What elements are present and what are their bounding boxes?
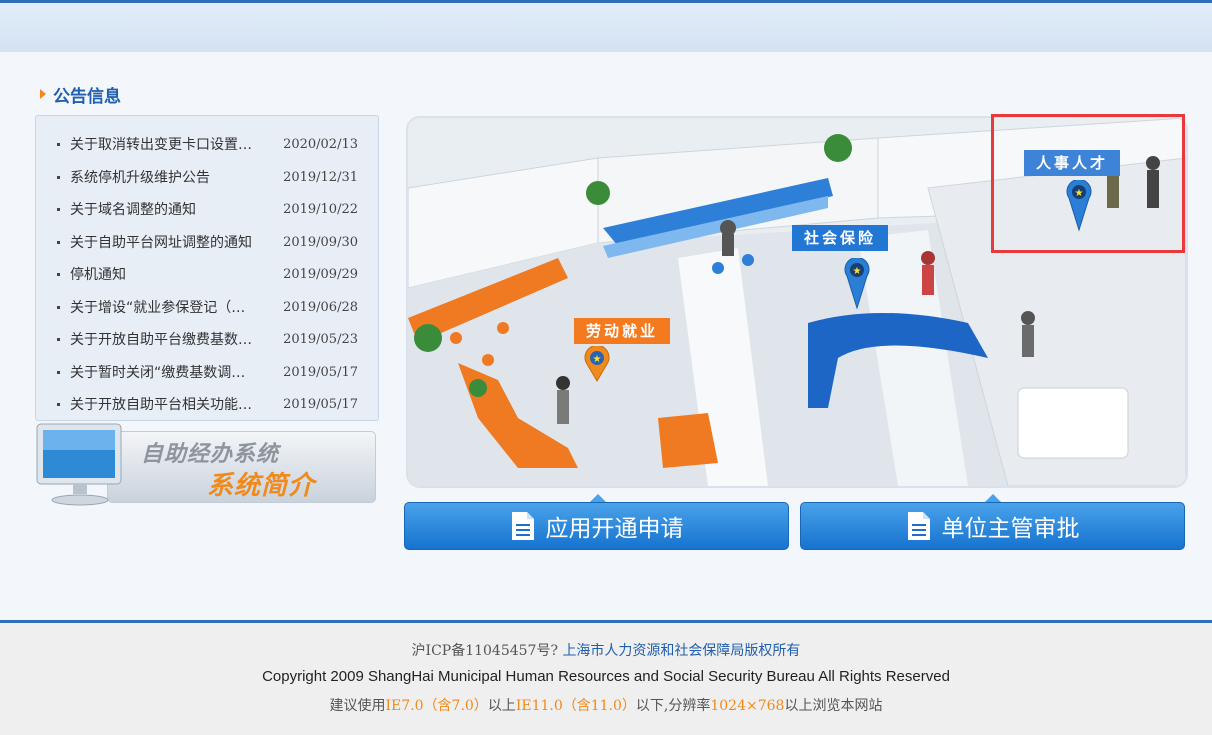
zone-label-labor[interactable]: 劳动就业 <box>574 318 671 344</box>
notice-item[interactable]: 关于开放自助平台相关功能… 2019/05/17 <box>36 388 380 420</box>
notice-item-date: 2019/09/29 <box>283 266 358 282</box>
notice-item-date: 2019/05/17 <box>283 396 358 412</box>
notice-item-title[interactable]: 停机通知 <box>70 264 270 284</box>
monitor-icon <box>36 423 122 506</box>
bullet-icon <box>57 272 60 276</box>
bullet-icon <box>57 305 60 309</box>
icp-number: 沪ICP备11045457号? <box>411 643 558 659</box>
notice-item-date: 2020/02/13 <box>283 136 358 152</box>
notice-item-date: 2019/09/30 <box>283 234 358 250</box>
browser-resolution: 1024×768 <box>710 698 785 714</box>
approve-button-notch <box>985 494 1001 502</box>
bullet-icon <box>57 370 60 374</box>
notice-item-title[interactable]: 关于增设“就业参保登记（… <box>70 297 270 317</box>
intro-banner-subtitle: 系统简介 <box>207 471 316 501</box>
notice-item[interactable]: 系统停机升级维护公告 2019/12/31 <box>36 161 380 193</box>
notice-item-title[interactable]: 关于开放自助平台相关功能… <box>70 394 270 414</box>
browser-notice: 建议使用IE7.0（含7.0）以上IE11.0（含11.0）以下,分辨率1024… <box>0 695 1212 715</box>
svg-text:★: ★ <box>593 354 602 365</box>
browser-ie-min: IE7.0（含7.0） <box>385 698 488 714</box>
bullet-icon <box>57 337 60 341</box>
intro-banner-title: 自助经办系统 <box>141 442 280 467</box>
notice-item[interactable]: 关于域名调整的通知 2019/10/22 <box>36 193 380 225</box>
approve-button-label: 单位主管审批 <box>941 516 1080 542</box>
browser-notice-mid2: 以下,分辨率 <box>635 698 711 714</box>
apply-button-notch <box>590 494 606 502</box>
system-intro-banner[interactable]: 自助经办系统 系统简介 <box>35 422 376 506</box>
copyright-english: Copyright 2009 ShangHai Municipal Human … <box>262 668 950 685</box>
notice-list: 关于取消转出变更卡口设置… 2020/02/13 系统停机升级维护公告 2019… <box>35 115 379 421</box>
browser-ie-max: IE11.0（含11.0） <box>515 698 636 714</box>
notice-item-title[interactable]: 关于域名调整的通知 <box>70 199 270 219</box>
bullet-icon <box>57 402 60 406</box>
notice-item[interactable]: 关于取消转出变更卡口设置… 2020/02/13 <box>36 128 380 160</box>
apply-button[interactable]: 应用开通申请 <box>404 502 789 550</box>
header-band <box>0 3 1212 52</box>
notice-item-title[interactable]: 关于取消转出变更卡口设置… <box>70 134 270 154</box>
personnel-zone-highlight <box>991 114 1185 253</box>
copyright-link[interactable]: 上海市人力资源和社会保障局版权所有 <box>562 643 800 659</box>
document-icon <box>907 512 930 540</box>
notice-section-title: 公告信息 <box>40 82 121 107</box>
zone-label-social[interactable]: 社会保险 <box>792 225 889 251</box>
notice-item-date: 2019/05/17 <box>283 364 358 380</box>
bullet-icon <box>57 175 60 179</box>
notice-item-date: 2019/06/28 <box>283 299 358 315</box>
notice-item-title[interactable]: 关于自助平台网址调整的通知 <box>70 232 270 252</box>
notice-item-title[interactable]: 关于开放自助平台缴费基数… <box>70 329 270 349</box>
document-icon <box>511 512 534 540</box>
footer-icp-line: 沪ICP备11045457号? 上海市人力资源和社会保障局版权所有 <box>0 640 1212 660</box>
notice-item[interactable]: 关于自助平台网址调整的通知 2019/09/30 <box>36 226 380 258</box>
notice-title-text: 公告信息 <box>53 86 121 107</box>
location-pin-icon[interactable]: ★ <box>844 258 870 310</box>
notice-item-title[interactable]: 关于暂时关闭“缴费基数调… <box>70 362 270 382</box>
notice-item-date: 2019/10/22 <box>283 201 358 217</box>
notice-item-date: 2019/12/31 <box>283 169 358 185</box>
bullet-icon <box>57 240 60 244</box>
notice-item[interactable]: 关于暂时关闭“缴费基数调… 2019/05/17 <box>36 356 380 388</box>
bullet-icon <box>57 207 60 211</box>
approve-button[interactable]: 单位主管审批 <box>800 502 1185 550</box>
notice-item[interactable]: 关于增设“就业参保登记（… 2019/06/28 <box>36 291 380 323</box>
notice-item[interactable]: 关于开放自助平台缴费基数… 2019/05/23 <box>36 323 380 355</box>
caret-right-icon <box>40 89 46 99</box>
notice-item-title[interactable]: 系统停机升级维护公告 <box>70 167 270 187</box>
svg-text:★: ★ <box>853 266 862 277</box>
apply-button-label: 应用开通申请 <box>545 516 684 542</box>
footer: 沪ICP备11045457号? 上海市人力资源和社会保障局版权所有 Copyri… <box>0 620 1212 735</box>
bullet-icon <box>57 142 60 146</box>
notice-item-date: 2019/05/23 <box>283 331 358 347</box>
browser-notice-pre: 建议使用 <box>329 698 386 714</box>
browser-notice-post: 以上浏览本网站 <box>784 698 883 714</box>
location-pin-icon[interactable]: ★ <box>584 346 610 382</box>
browser-notice-mid: 以上 <box>487 698 516 714</box>
notice-item[interactable]: 停机通知 2019/09/29 <box>36 258 380 290</box>
